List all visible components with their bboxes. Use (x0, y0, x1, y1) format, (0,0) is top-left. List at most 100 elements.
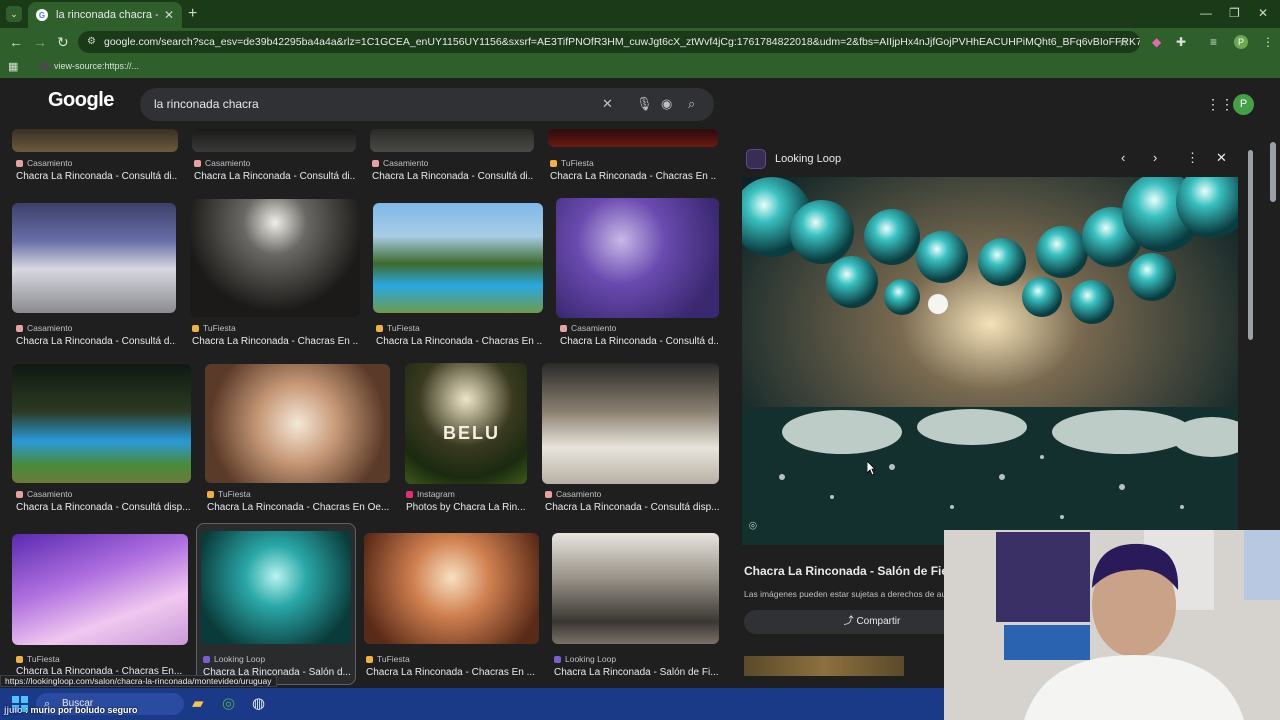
clear-search-icon[interactable]: ✕ (602, 96, 613, 112)
voice-search-icon[interactable]: 🎙 (636, 96, 653, 112)
forward-icon[interactable]: → (33, 34, 47, 50)
result-caption[interactable]: Photos by Chacra La Rin... (406, 502, 528, 513)
result-source: TuFiesta (366, 654, 410, 664)
chrome-icon[interactable]: ◎ (222, 694, 235, 712)
preview-scrollbar[interactable] (1248, 150, 1253, 340)
browser-menu-icon[interactable]: ⋮ (1262, 35, 1274, 49)
casamiento-favicon-icon (372, 159, 379, 167)
tufiesta-favicon-icon (16, 655, 23, 663)
result-caption[interactable]: Chacra La Rinconada - Consultá di... (16, 171, 178, 182)
address-url: google.com/search?sca_esv=de39b42295ba4a… (104, 36, 1140, 48)
related-images-strip[interactable] (744, 656, 904, 676)
webcam-overlay (944, 530, 1280, 720)
apps-grid-icon[interactable]: ▦ (8, 60, 18, 73)
search-input[interactable]: la rinconada chacra (140, 88, 714, 121)
close-preview-icon[interactable]: ✕ (1216, 150, 1227, 166)
search-icon[interactable]: ⌕ (688, 96, 695, 112)
result-source: TuFiesta (16, 654, 60, 664)
preview-image[interactable] (742, 177, 1238, 545)
result-image[interactable] (556, 198, 719, 318)
google-favicon-icon: G (36, 9, 48, 21)
result-caption[interactable]: Chacra La Rinconada - Consultá d... (16, 336, 176, 347)
lens-search-icon[interactable]: ◉ (661, 96, 672, 112)
result-caption[interactable]: Chacra La Rinconada - Chacras En ... (550, 171, 716, 182)
mouse-cursor-icon (867, 461, 875, 475)
result-image-selected[interactable] (201, 531, 351, 644)
bookmark-label: view-source:https://... (54, 61, 140, 71)
casamiento-favicon-icon (560, 324, 567, 332)
extensions-puzzle-icon[interactable]: ✚ (1176, 35, 1186, 49)
scrollbar-thumb[interactable] (1270, 142, 1276, 202)
casamiento-favicon-icon (545, 490, 552, 498)
google-apps-icon[interactable]: ⋮⋮ (1206, 96, 1234, 113)
result-caption[interactable]: Chacra La Rinconada - Consultá di... (372, 171, 534, 182)
result-caption[interactable]: Chacra La Rinconada - Consultá disp... (16, 502, 192, 513)
result-caption[interactable]: Chacra La Rinconada - Consultá di... (194, 171, 356, 182)
share-label: Compartir (856, 616, 901, 627)
close-tab-icon[interactable]: ✕ (164, 8, 174, 22)
result-image[interactable] (190, 199, 360, 317)
casamiento-favicon-icon (16, 490, 23, 498)
file-explorer-icon[interactable]: ▰ (192, 694, 204, 712)
extension-shield-icon[interactable]: ◆ (1152, 35, 1161, 49)
streamer-camera (944, 530, 1280, 720)
result-source: Looking Loop (554, 654, 616, 664)
maximize-icon[interactable]: ❐ (1229, 6, 1240, 20)
result-image[interactable] (12, 364, 191, 483)
tab-google-search[interactable]: G la rinconada chacra - Buscar co ✕ (28, 2, 182, 28)
result-caption[interactable]: Chacra La Rinconada - Consultá disp... (545, 502, 719, 513)
result-source: Casamiento (16, 323, 72, 333)
result-image[interactable] (542, 363, 719, 484)
result-source: TuFiesta (550, 158, 594, 168)
result-caption[interactable]: Chacra La Rinconada - Consultá d... (560, 336, 718, 347)
bookmark-star-icon[interactable]: ☆ (1118, 35, 1129, 49)
result-caption[interactable]: Chacra La Rinconada - Chacras En ... (192, 336, 358, 347)
account-avatar[interactable]: P (1233, 94, 1254, 115)
back-icon[interactable]: ← (9, 34, 23, 50)
result-source: TuFiesta (192, 323, 236, 333)
minimize-icon[interactable]: — (1200, 6, 1212, 20)
app-icon[interactable]: ◍ (252, 694, 265, 712)
tab-search-menu-icon[interactable]: ⌄ (6, 6, 22, 22)
result-caption[interactable]: Chacra La Rinconada - Chacras En Oe... (207, 502, 391, 513)
address-bar[interactable]: ⚙ google.com/search?sca_esv=de39b42295ba… (78, 31, 1140, 53)
tufiesta-favicon-icon (192, 324, 199, 332)
result-source: TuFiesta (207, 489, 251, 499)
bookmark-view-source[interactable]: view-source:https://... (40, 61, 139, 72)
share-icon: ⤴ (843, 616, 857, 627)
result-image[interactable] (370, 129, 534, 152)
result-image[interactable] (552, 533, 719, 644)
lookingloop-favicon-icon (203, 655, 210, 663)
result-image[interactable] (12, 129, 178, 152)
result-image[interactable] (205, 364, 390, 483)
result-source: Instagram (406, 489, 455, 499)
result-image[interactable] (364, 533, 539, 644)
tufiesta-favicon-icon (550, 159, 557, 167)
casamiento-favicon-icon (16, 324, 23, 332)
result-source: Looking Loop (203, 654, 265, 664)
result-image[interactable] (12, 534, 188, 645)
reading-list-icon[interactable]: ≡ (1210, 35, 1217, 49)
lens-search-image-icon[interactable]: ⌾ (749, 518, 757, 534)
result-source: Casamiento (16, 489, 72, 499)
reload-icon[interactable]: ↻ (57, 34, 69, 51)
next-image-icon[interactable]: › (1153, 150, 1157, 165)
preview-title[interactable]: Chacra La Rinconada - Salón de Fiesta (744, 564, 965, 578)
result-caption[interactable]: Chacra La Rinconada - Chacras En ... (366, 667, 538, 678)
preview-source-name[interactable]: Looking Loop (775, 153, 841, 165)
result-image[interactable] (373, 203, 543, 313)
result-caption[interactable]: Chacra La Rinconada - Chacras En ... (376, 336, 542, 347)
browser-profile-avatar[interactable]: P (1234, 35, 1248, 49)
result-caption[interactable]: Chacra La Rinconada - Salón de Fi... (554, 667, 718, 678)
result-image[interactable] (192, 129, 356, 152)
result-image[interactable] (548, 129, 718, 147)
close-window-icon[interactable]: ✕ (1258, 6, 1268, 20)
preview-rights-notice: Las imágenes pueden estar sujetas a dere… (744, 589, 957, 599)
result-image[interactable] (12, 203, 176, 313)
site-info-icon[interactable]: ⚙ (87, 31, 96, 53)
result-image[interactable]: BELU (405, 363, 527, 484)
google-logo[interactable]: Google (48, 89, 114, 112)
more-options-icon[interactable]: ⋮ (1186, 150, 1199, 166)
previous-image-icon[interactable]: ‹ (1121, 150, 1125, 165)
new-tab-icon[interactable]: + (188, 5, 197, 23)
